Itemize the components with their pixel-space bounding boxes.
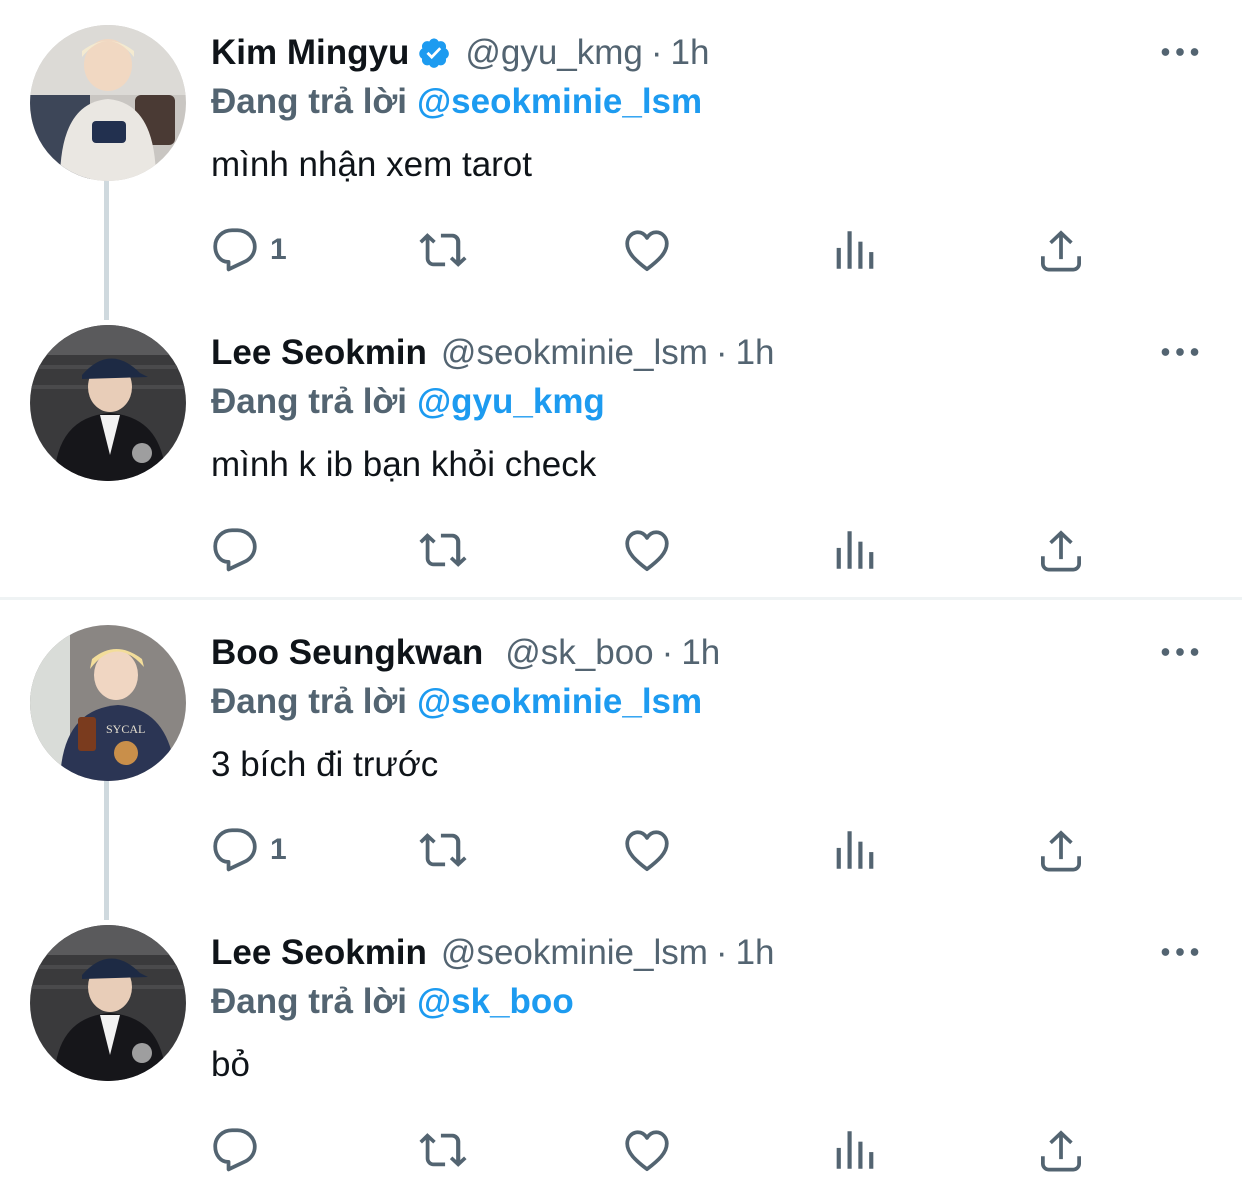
tweet-actions [210, 520, 1110, 580]
user-handle[interactable]: @gyu_kmg [465, 33, 643, 73]
reply-count: 1 [270, 233, 287, 266]
share-icon [1036, 525, 1086, 575]
views-button[interactable] [830, 520, 880, 580]
display-name[interactable]: Lee Seokmin [211, 933, 427, 973]
share-icon [1036, 1125, 1086, 1175]
like-button[interactable] [622, 520, 672, 580]
user-handle[interactable]: @sk_boo [505, 633, 653, 673]
replying-to: Đang trả lời @sk_boo [211, 977, 574, 1027]
bar-chart-icon [830, 525, 880, 575]
avatar[interactable]: SYCAL [30, 625, 186, 781]
tweet[interactable]: Kim Mingyu @gyu_kmg · 1h Đang trả lời @s… [0, 0, 1242, 300]
avatar[interactable] [30, 925, 186, 1081]
reply-button[interactable] [210, 520, 270, 580]
more-options-icon[interactable] [1158, 940, 1202, 964]
timestamp[interactable]: 1h [671, 33, 710, 73]
like-button[interactable] [622, 1120, 672, 1180]
svg-text:SYCAL: SYCAL [106, 722, 145, 736]
display-name[interactable]: Lee Seokmin [211, 333, 427, 373]
bar-chart-icon [830, 1125, 880, 1175]
retweet-icon [414, 225, 472, 275]
reply-button[interactable] [210, 1120, 270, 1180]
replying-to-label: Đang trả lời [211, 682, 408, 721]
separator-dot: · [715, 933, 728, 972]
views-button[interactable] [830, 1120, 880, 1180]
bar-chart-icon [830, 825, 880, 875]
tweet-text: mình k ib bạn khỏi check [211, 445, 597, 484]
avatar[interactable] [30, 325, 186, 481]
tweet[interactable]: Lee Seokmin @seokminie_lsm · 1h Đang trả… [0, 300, 1242, 600]
tweet-text: bỏ [211, 1045, 250, 1084]
heart-icon [622, 825, 672, 875]
tweet-text: mình nhận xem tarot [211, 145, 532, 184]
replying-to: Đang trả lời @gyu_kmg [211, 377, 605, 427]
separator-dot: · [650, 33, 663, 72]
avatar[interactable] [30, 25, 186, 181]
reply-button[interactable]: 1 [210, 220, 287, 280]
replying-to-label: Đang trả lời [211, 982, 408, 1021]
share-button[interactable] [1036, 520, 1086, 580]
tweet[interactable]: SYCAL Boo Seungkwan @sk_boo · 1h Đang tr… [0, 600, 1242, 900]
tweet-actions: 1 [210, 820, 1110, 880]
more-options-icon[interactable] [1158, 640, 1202, 664]
replying-to-handle-link[interactable]: @gyu_kmg [417, 382, 605, 422]
separator-dot: · [661, 633, 674, 672]
timestamp[interactable]: 1h [736, 333, 775, 373]
display-name[interactable]: Boo Seungkwan [211, 633, 483, 673]
replying-to-handle-link[interactable]: @seokminie_lsm [417, 682, 702, 722]
retweet-icon [414, 825, 472, 875]
like-button[interactable] [622, 820, 672, 880]
like-button[interactable] [622, 220, 672, 280]
tweet[interactable]: Lee Seokmin @seokminie_lsm · 1h Đang trả… [0, 900, 1242, 1200]
tweet-actions: 1 [210, 220, 1110, 280]
timestamp[interactable]: 1h [736, 933, 775, 973]
retweet-button[interactable] [414, 1120, 472, 1180]
replying-to-handle-link[interactable]: @sk_boo [417, 982, 574, 1022]
more-options-icon[interactable] [1158, 40, 1202, 64]
replying-to: Đang trả lời @seokminie_lsm [211, 77, 702, 127]
timestamp[interactable]: 1h [681, 633, 720, 673]
retweet-icon [414, 525, 472, 575]
retweet-button[interactable] [414, 520, 472, 580]
verified-badge-icon [417, 36, 451, 70]
tweet-actions [210, 1120, 1110, 1180]
share-button[interactable] [1036, 820, 1086, 880]
retweet-icon [414, 1125, 472, 1175]
replying-to-handle-link[interactable]: @seokminie_lsm [417, 82, 702, 122]
heart-icon [622, 225, 672, 275]
display-name[interactable]: Kim Mingyu [211, 33, 409, 73]
replying-to-label: Đang trả lời [211, 82, 408, 121]
reply-count: 1 [270, 833, 287, 866]
reply-icon [210, 525, 260, 575]
separator-dot: · [715, 333, 728, 372]
share-icon [1036, 225, 1086, 275]
reply-button[interactable]: 1 [210, 820, 287, 880]
replying-to-label: Đang trả lời [211, 382, 408, 421]
replying-to: Đang trả lời @seokminie_lsm [211, 677, 702, 727]
share-button[interactable] [1036, 220, 1086, 280]
retweet-button[interactable] [414, 820, 472, 880]
reply-icon [210, 225, 260, 275]
tweet-text: 3 bích đi trước [211, 745, 439, 784]
reply-icon [210, 825, 260, 875]
user-handle[interactable]: @seokminie_lsm [441, 333, 708, 373]
views-button[interactable] [830, 220, 880, 280]
retweet-button[interactable] [414, 220, 472, 280]
user-handle[interactable]: @seokminie_lsm [441, 933, 708, 973]
share-button[interactable] [1036, 1120, 1086, 1180]
heart-icon [622, 525, 672, 575]
share-icon [1036, 825, 1086, 875]
more-options-icon[interactable] [1158, 340, 1202, 364]
reply-icon [210, 1125, 260, 1175]
heart-icon [622, 1125, 672, 1175]
bar-chart-icon [830, 225, 880, 275]
views-button[interactable] [830, 820, 880, 880]
